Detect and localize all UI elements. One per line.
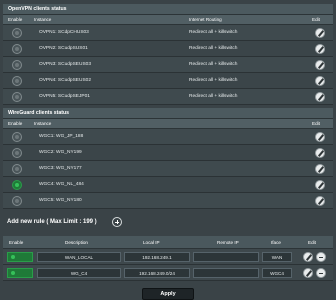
header-remote-ip: Remote IP — [217, 240, 239, 245]
openvpn-row-1: OVPN1: SCdpCHUS03 Redirect all + killswi… — [3, 25, 333, 41]
wireguard-status-table: WireGuard clients status Enable Instance… — [3, 108, 333, 209]
edit-pencil-icon[interactable] — [315, 148, 325, 158]
openvpn-row-5: OVPN5: SCudpSEJP01 Redirect all + killsw… — [3, 89, 333, 105]
rule-local-ip[interactable]: 192.168.249.0/24 — [124, 268, 190, 278]
wireguard-rows: WGC1: WG_JP_188 WGC2: WG_NY199 WGC3: WG_… — [3, 129, 333, 209]
vpn-director-rules-table: Enable Description Local IP Remote IP If… — [3, 236, 333, 281]
header-enable: Enable — [9, 240, 24, 245]
enable-toggle[interactable] — [12, 164, 22, 174]
apply-button[interactable]: Apply — [142, 288, 194, 300]
rule-enable-toggle[interactable] — [7, 252, 33, 262]
rules-header-row: Enable Description Local IP Remote IP If… — [3, 236, 333, 249]
vpn-director-page: OpenVPN clients status Enable Instance I… — [0, 0, 336, 300]
wireguard-section-title: WireGuard clients status — [3, 108, 333, 119]
edit-pencil-icon[interactable] — [315, 132, 325, 142]
openvpn-row-2: OVPN2: SCudpSUS01 Redirect all + killswi… — [3, 41, 333, 57]
wireguard-row-5: WGC5: WG_NY180 — [3, 193, 333, 209]
wireguard-row-2: WGC2: WG_NY199 — [3, 145, 333, 161]
openvpn-row-4: OVPN4: SCudpSEUS02 Redirect all + killsw… — [3, 73, 333, 89]
openvpn-rows: OVPN1: SCdpCHUS03 Redirect all + killswi… — [3, 25, 333, 105]
enable-toggle[interactable] — [12, 92, 22, 102]
edit-pencil-icon[interactable] — [315, 92, 325, 102]
header-internet-routing: Internet Routing — [189, 17, 222, 22]
edit-pencil-icon[interactable] — [315, 28, 325, 38]
header-edit: Edit — [312, 17, 320, 22]
header-enable: Enable — [8, 17, 23, 22]
header-iface: Iface — [271, 240, 281, 245]
openvpn-row-3: OVPN3: SCudpSEUS03 Redirect all + killsw… — [3, 57, 333, 73]
enable-toggle[interactable] — [12, 76, 22, 86]
header-edit: Edit — [308, 240, 316, 245]
enable-toggle[interactable] — [12, 148, 22, 158]
rule-local-ip[interactable]: 192.168.249.1 — [124, 252, 190, 262]
instance-name: WGC2: WG_NY199 — [39, 150, 82, 155]
instance-name: WGC4: WG_NL_484 — [39, 182, 84, 187]
instance-name: OVPN3: SCudpSEUS03 — [39, 62, 91, 67]
openvpn-header-row: Enable Instance Internet Routing Edit — [3, 15, 333, 25]
header-description: Description — [65, 240, 88, 245]
wireguard-header-row: Enable Instance Edit — [3, 119, 333, 129]
add-rule-plus-icon[interactable] — [112, 217, 122, 227]
header-enable: Enable — [8, 121, 23, 126]
delete-minus-icon[interactable] — [316, 252, 326, 262]
openvpn-section-title: OpenVPN clients status — [3, 4, 333, 15]
instance-name: OVPN5: SCudpSEJP01 — [39, 94, 90, 99]
enable-toggle[interactable] — [12, 44, 22, 54]
openvpn-status-table: OpenVPN clients status Enable Instance I… — [3, 4, 333, 105]
enable-toggle[interactable] — [12, 132, 22, 142]
edit-pencil-icon[interactable] — [315, 180, 325, 190]
enable-toggle[interactable] — [12, 60, 22, 70]
routing-mode: Redirect all + killswitch — [189, 94, 238, 99]
routing-mode: Redirect all + killswitch — [189, 62, 238, 67]
instance-name: OVPN2: SCudpSUS01 — [39, 46, 88, 51]
instance-name: OVPN4: SCudpSEUS02 — [39, 78, 91, 83]
instance-name: WGC1: WG_JP_188 — [39, 134, 84, 139]
enable-toggle[interactable] — [12, 180, 22, 190]
routing-mode: Redirect all + killswitch — [189, 30, 238, 35]
edit-pencil-icon[interactable] — [315, 196, 325, 206]
edit-pencil-icon[interactable] — [315, 44, 325, 54]
rule-description[interactable]: WG_C4 — [37, 268, 121, 278]
rule-remote-ip[interactable] — [193, 268, 259, 278]
wireguard-row-1: WGC1: WG_JP_188 — [3, 129, 333, 145]
enable-toggle[interactable] — [12, 28, 22, 38]
header-local-ip: Local IP — [143, 240, 160, 245]
add-rule-label: Add new rule ( Max Limit : 199 ) — [7, 219, 97, 225]
rule-enable-toggle[interactable] — [7, 268, 33, 278]
header-edit: Edit — [312, 121, 320, 126]
rule-remote-ip[interactable] — [193, 252, 259, 262]
rules-rows: WAN_LOCAL 192.168.249.1 WAN WG_C4 192.16… — [3, 249, 333, 281]
wireguard-row-3: WGC3: WG_NY177 — [3, 161, 333, 177]
rule-iface[interactable]: WAN — [262, 252, 292, 262]
wireguard-row-4: WGC4: WG_NL_484 — [3, 177, 333, 193]
instance-name: WGC3: WG_NY177 — [39, 166, 82, 171]
header-instance: Instance — [34, 121, 52, 126]
routing-mode: Redirect all + killswitch — [189, 78, 238, 83]
edit-pencil-icon[interactable] — [315, 60, 325, 70]
routing-mode: Redirect all + killswitch — [189, 46, 238, 51]
edit-pencil-icon[interactable] — [315, 76, 325, 86]
edit-pencil-icon[interactable] — [315, 164, 325, 174]
instance-name: WGC5: WG_NY180 — [39, 198, 82, 203]
edit-pencil-icon[interactable] — [303, 252, 313, 262]
header-instance: Instance — [34, 17, 52, 22]
edit-pencil-icon[interactable] — [303, 268, 313, 278]
rule-row-2: WG_C4 192.168.249.0/24 WGC4 — [3, 265, 333, 281]
instance-name: OVPN1: SCdpCHUS03 — [39, 30, 89, 35]
rule-iface[interactable]: WGC4 — [262, 268, 292, 278]
rule-description[interactable]: WAN_LOCAL — [37, 252, 121, 262]
enable-toggle[interactable] — [12, 196, 22, 206]
rule-row-1: WAN_LOCAL 192.168.249.1 WAN — [3, 249, 333, 265]
delete-minus-icon[interactable] — [316, 268, 326, 278]
